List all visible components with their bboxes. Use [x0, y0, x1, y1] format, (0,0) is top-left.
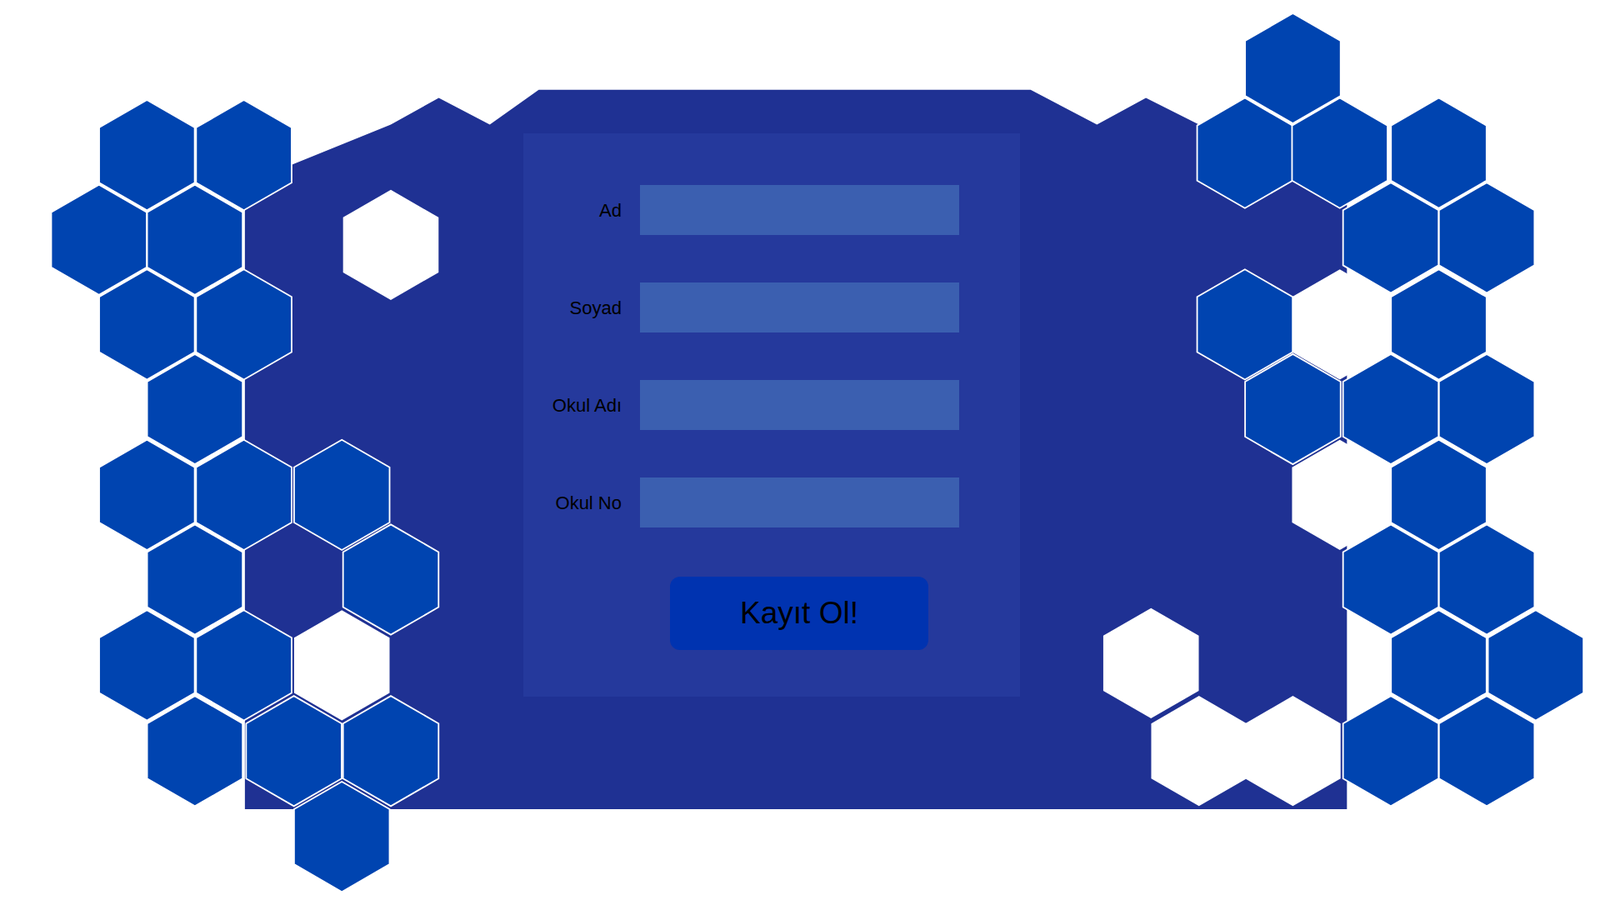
text-input[interactable] [640, 185, 960, 235]
field-label: Okul No [530, 489, 622, 517]
form-row: Ad [523, 185, 960, 235]
form-row: Okul Adı [523, 380, 960, 430]
text-input[interactable] [640, 380, 960, 430]
submit-button[interactable]: Kayıt Ol! [670, 576, 929, 650]
field-label: Ad [530, 196, 622, 225]
form-row: Okul No [523, 477, 960, 528]
text-input[interactable] [640, 477, 960, 528]
field-label: Okul Adı [530, 391, 622, 420]
registration-form: Ad Soyad Okul Adı Okul No Kayıt Ol! [523, 133, 1020, 697]
form-row: Soyad [523, 282, 960, 333]
field-label: Soyad [530, 294, 622, 322]
text-input[interactable] [640, 282, 960, 333]
page: Ad Soyad Okul Adı Okul No Kayıt Ol! [0, 0, 1600, 900]
